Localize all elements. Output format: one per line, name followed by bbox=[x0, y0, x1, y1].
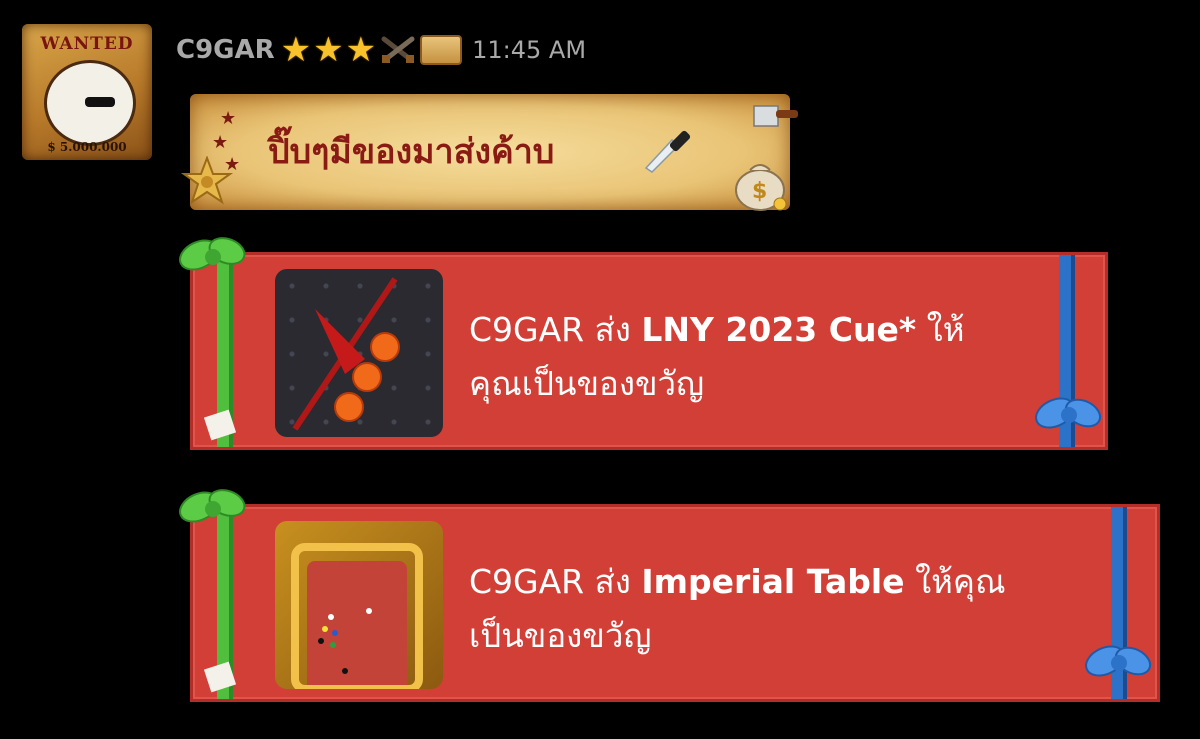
decor-star-icon: ★ bbox=[220, 108, 237, 129]
green-bow-icon bbox=[179, 489, 246, 523]
svg-text:$: $ bbox=[752, 179, 767, 204]
gift-card[interactable]: C9GAR ส่ง LNY 2023 Cue* ให้ คุณเป็นของขว… bbox=[179, 237, 1108, 450]
gift-line2: คุณเป็นของขวัญ bbox=[469, 364, 705, 403]
sheriff-badge-icon bbox=[180, 156, 234, 205]
lny-cue-thumbnail[interactable] bbox=[275, 269, 443, 437]
wanted-poster-title: WANTED bbox=[40, 34, 134, 54]
gift-suffix: ให้ bbox=[926, 310, 965, 349]
gift-verb: ส่ง bbox=[594, 562, 631, 601]
green-bow-icon bbox=[179, 237, 246, 271]
money-bag-icon: $ bbox=[735, 164, 787, 211]
message-text: ปิ๊บๆมีของมาส่งค้าบ bbox=[268, 132, 555, 172]
parchment-message-bubble: ★ ★ ★ ปิ๊บๆมีของมาส่งค้าบ $ bbox=[180, 94, 798, 211]
knife-icon bbox=[644, 130, 691, 173]
gift-item-name: LNY 2023 Cue* bbox=[641, 310, 917, 349]
cleaver-icon bbox=[753, 105, 798, 127]
gift-line2: เป็นของขวัญ bbox=[469, 616, 652, 655]
blue-bow-icon bbox=[1035, 397, 1102, 429]
sunglasses-icon bbox=[85, 97, 115, 107]
gift-message: C9GAR ส่ง Imperial Table ให้คุณ เป็นของข… bbox=[469, 555, 1006, 663]
user-avatar[interactable]: WANTED $ 5.000.000 bbox=[22, 24, 152, 160]
gift-card[interactable]: C9GAR ส่ง Imperial Table ให้คุณ เป็นของข… bbox=[179, 489, 1160, 702]
message-header: C9GAR ★ ★ ★ 11:45 AM bbox=[176, 30, 586, 70]
blue-bow-icon bbox=[1085, 645, 1152, 677]
gift-verb: ส่ง bbox=[594, 310, 631, 349]
message-timestamp: 11:45 AM bbox=[472, 36, 587, 64]
crossed-guns-icon bbox=[381, 36, 415, 63]
gift-item-name: Imperial Table bbox=[641, 562, 905, 601]
star-icon: ★ bbox=[345, 30, 377, 70]
gift-sender: C9GAR bbox=[469, 310, 585, 349]
bounty-amount: $ 5.000.000 bbox=[47, 140, 127, 154]
avatar-face bbox=[44, 60, 136, 146]
star-icon: ★ bbox=[313, 30, 344, 70]
star-icon: ★ bbox=[280, 30, 312, 70]
sender-username[interactable]: C9GAR bbox=[176, 35, 275, 65]
gift-sender: C9GAR bbox=[469, 562, 585, 601]
imperial-table-thumbnail[interactable] bbox=[275, 521, 443, 689]
decor-star-icon: ★ bbox=[212, 132, 229, 153]
gift-message: C9GAR ส่ง LNY 2023 Cue* ให้ คุณเป็นของขว… bbox=[469, 303, 964, 411]
scroll-icon bbox=[420, 35, 463, 65]
gift-suffix: ให้คุณ bbox=[915, 562, 1006, 601]
